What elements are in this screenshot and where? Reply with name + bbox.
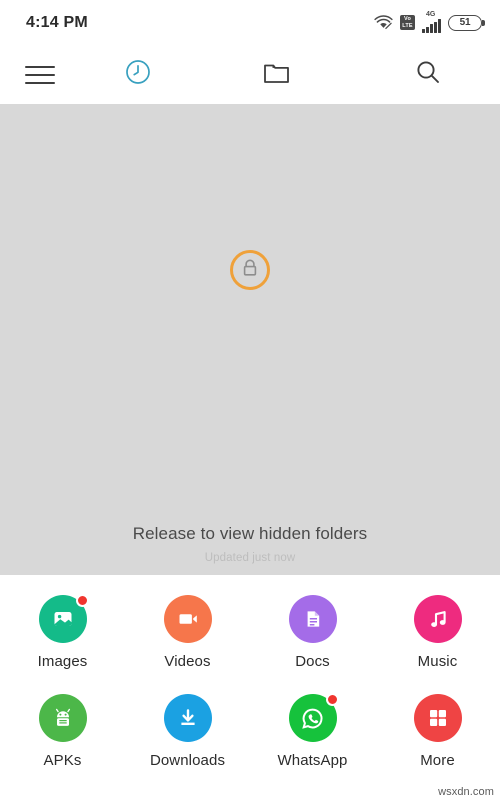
hidden-folders-panel[interactable]: Release to view hidden folders Updated j… <box>0 104 500 575</box>
category-label: Images <box>37 653 88 670</box>
video-icon <box>179 614 197 624</box>
tab-folders[interactable] <box>196 45 356 104</box>
notification-badge <box>75 594 89 607</box>
folder-icon <box>263 60 290 90</box>
network-type-label: 4G <box>426 11 436 18</box>
category-docs[interactable]: Docs <box>250 593 375 692</box>
category-grid: Images Videos Docs Music APKs Downloads … <box>0 575 500 801</box>
status-time: 4:14 PM <box>26 13 88 31</box>
status-bar: 4:14 PM Vo LTE 4G 51 <box>0 0 500 45</box>
category-more[interactable]: More <box>375 692 500 791</box>
signal-bars-icon: 4G <box>422 11 441 33</box>
watermark: wsxdn.com <box>438 786 494 798</box>
video-icon-circle <box>163 595 212 643</box>
category-whatsapp[interactable]: WhatsApp <box>250 692 375 791</box>
lock-indicator <box>230 250 270 290</box>
document-icon <box>307 611 319 627</box>
document-icon-circle <box>288 595 337 643</box>
category-images[interactable]: Images <box>0 593 125 692</box>
android-icon-circle <box>38 694 87 742</box>
download-icon <box>180 709 195 725</box>
image-icon-circle <box>38 594 89 643</box>
battery-level-text: 51 <box>459 17 471 28</box>
grid-icon <box>429 710 446 726</box>
hidden-panel-texts: Release to view hidden folders Updated j… <box>0 524 500 564</box>
volte-icon: Vo LTE <box>400 15 415 30</box>
clock-icon <box>125 59 151 90</box>
category-label: Docs <box>295 653 330 670</box>
hidden-panel-title: Release to view hidden folders <box>132 524 368 543</box>
category-label: Videos <box>164 653 211 670</box>
category-label: Music <box>417 653 458 670</box>
whatsapp-icon-circle <box>288 693 339 742</box>
volte-bottom-text: LTE <box>402 22 413 29</box>
category-label: APKs <box>43 752 82 769</box>
category-label: More <box>420 752 455 769</box>
search-button[interactable] <box>356 45 500 104</box>
android-icon <box>55 708 70 726</box>
category-label: WhatsApp <box>277 752 348 769</box>
category-apks[interactable]: APKs <box>0 692 125 791</box>
category-label: Downloads <box>149 752 226 769</box>
category-downloads[interactable]: Downloads <box>125 692 250 791</box>
battery-icon: 51 <box>448 14 485 31</box>
grid-icon-circle <box>413 694 462 742</box>
music-note-icon-circle <box>413 595 462 643</box>
hidden-panel-subtitle: Updated just now <box>204 552 296 564</box>
category-videos[interactable]: Videos <box>125 593 250 692</box>
download-icon-circle <box>163 694 212 742</box>
tab-recent[interactable] <box>80 45 196 104</box>
lock-icon <box>241 258 259 283</box>
status-icons: Vo LTE 4G 51 <box>374 11 485 33</box>
category-music[interactable]: Music <box>375 593 500 692</box>
menu-button[interactable] <box>0 45 80 104</box>
music-note-icon <box>430 611 446 627</box>
image-icon <box>54 612 71 626</box>
wifi-icon <box>374 15 393 30</box>
app-toolbar <box>0 45 500 104</box>
search-icon <box>415 59 441 90</box>
notification-badge <box>325 693 339 706</box>
whatsapp-icon <box>302 708 323 729</box>
hamburger-icon <box>25 60 55 90</box>
